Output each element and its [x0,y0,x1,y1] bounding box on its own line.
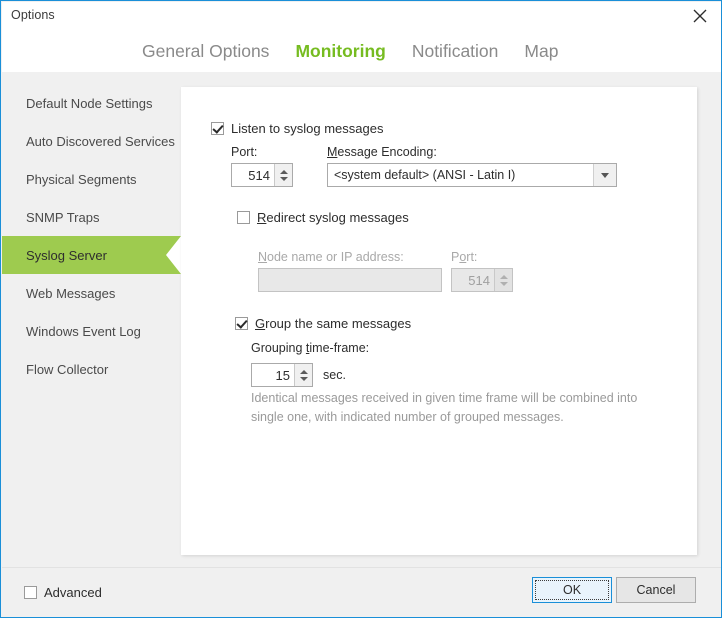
focus-ring [535,580,609,600]
redirect-port-label: Port: [451,250,478,264]
port-input[interactable] [232,164,274,186]
tab-monitoring[interactable]: Monitoring [295,41,385,62]
grouping-description-line-1: Identical messages received in given tim… [251,391,638,405]
advanced-checkbox[interactable]: Advanced [24,585,102,600]
tab-map[interactable]: Map [524,41,558,62]
grouping-time-frame-unit: sec. [323,368,346,382]
listen-to-syslog-messages-checkbox[interactable]: Listen to syslog messages [211,121,383,136]
sidebar-item-web-messages[interactable]: Web Messages [2,274,181,312]
sidebar-item-default-node-settings[interactable]: Default Node Settings [2,84,181,122]
grouping-time-frame-spinner[interactable] [251,363,313,387]
listen-to-syslog-messages-label: Listen to syslog messages [231,121,384,136]
redirect-port-spinner[interactable] [451,268,513,292]
ok-button[interactable]: OK [532,577,612,603]
redirect-syslog-messages-label: Redirect syslog messages [257,210,409,225]
sidebar-item-windows-event-log[interactable]: Windows Event Log [2,312,181,350]
grouping-description-line-2: single one, with indicated number of gro… [251,410,564,424]
sidebar-item-label: SNMP Traps [26,209,100,225]
spinner-up-icon[interactable] [279,169,288,174]
node-name-input[interactable] [258,268,442,292]
sidebar-item-label: Physical Segments [26,171,137,187]
node-name-label: Node name or IP address: [258,250,404,264]
window-title: Options [11,8,55,22]
sidebar-item-label: Flow Collector [26,361,109,377]
checkbox-box-icon [235,317,248,330]
sidebar-item-label: Windows Event Log [26,323,141,339]
sidebar-item-syslog-server[interactable]: Syslog Server [2,236,181,274]
tab-notification[interactable]: Notification [412,41,499,62]
redirect-port-input[interactable] [452,269,494,291]
sidebar-item-label: Default Node Settings [26,95,153,111]
spinner-up-icon[interactable] [499,274,508,279]
sidebar-item-flow-collector[interactable]: Flow Collector [2,350,181,388]
chevron-down-icon[interactable] [593,164,616,186]
redirect-syslog-messages-checkbox[interactable]: Redirect syslog messages [237,210,409,225]
settings-panel: Listen to syslog messages Port: Messag [181,87,697,555]
sidebar-item-label: Auto Discovered Services [26,133,175,149]
sidebar-item-label: Web Messages [26,285,116,301]
group-same-messages-label: Group the same messages [255,316,412,331]
tab-general-options[interactable]: General Options [142,41,269,62]
selection-pointer-icon [166,236,181,274]
checkbox-box-icon [24,586,37,599]
close-icon [693,9,707,23]
grouping-time-frame-label: Grouping time-frame: [251,341,370,355]
message-encoding-value: <system default> (ANSI - Latin I) [334,168,516,182]
port-spinner-buttons[interactable] [274,164,292,186]
spinner-down-icon[interactable] [499,281,508,286]
advanced-label: Advanced [44,585,102,600]
grouping-time-frame-input[interactable] [252,364,294,386]
message-encoding-dropdown[interactable]: <system default> (ANSI - Latin I) [327,163,617,187]
options-window: Options General Options Monitoring Notif… [0,0,722,618]
sidebar-item-auto-discovered-services[interactable]: Auto Discovered Services [2,122,181,160]
grouping-spinner-buttons[interactable] [294,364,312,386]
port-spinner[interactable] [231,163,293,187]
close-button[interactable] [678,2,721,30]
footer-bar: Advanced OK Cancel [2,567,721,617]
cancel-button[interactable]: Cancel [616,577,696,603]
spinner-down-icon[interactable] [279,176,288,181]
port-label: Port: [231,145,258,159]
message-encoding-label: Message Encoding: [327,145,437,159]
checkbox-box-icon [211,122,224,135]
group-same-messages-checkbox[interactable]: Group the same messages [235,316,411,331]
tab-bar: General Options Monitoring Notification … [2,30,721,72]
spinner-down-icon[interactable] [299,376,308,381]
cancel-button-label: Cancel [636,583,676,597]
sidebar: Default Node Settings Auto Discovered Se… [2,72,181,567]
title-bar: Options [2,2,721,30]
checkbox-box-icon [237,211,250,224]
spinner-up-icon[interactable] [299,369,308,374]
redirect-port-spinner-buttons[interactable] [494,269,512,291]
sidebar-item-label: Syslog Server [26,247,107,263]
body-area: Default Node Settings Auto Discovered Se… [2,72,721,567]
sidebar-item-physical-segments[interactable]: Physical Segments [2,160,181,198]
sidebar-item-snmp-traps[interactable]: SNMP Traps [2,198,181,236]
